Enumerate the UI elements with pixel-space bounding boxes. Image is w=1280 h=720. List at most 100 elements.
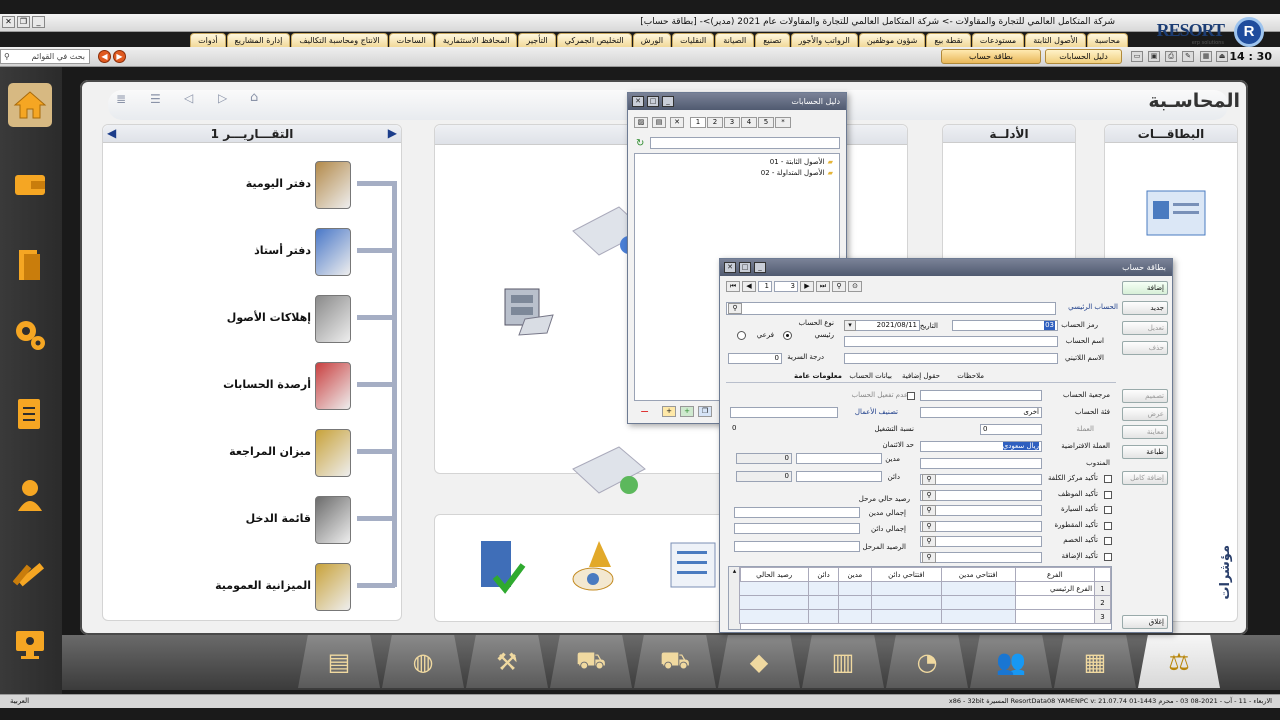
table-cell[interactable] bbox=[738, 609, 810, 624]
maximize-icon[interactable]: □ bbox=[739, 262, 751, 273]
confirm-checkbox[interactable] bbox=[1104, 537, 1112, 545]
record-page-input[interactable]: 1 bbox=[758, 281, 772, 292]
report-item-label[interactable]: ميزان المراجعة bbox=[229, 445, 311, 458]
level-tab-5[interactable]: 5 bbox=[758, 117, 774, 128]
calculator-icon[interactable]: ▦ bbox=[1200, 51, 1212, 62]
folder-add-icon[interactable]: + bbox=[662, 406, 676, 417]
confirm-checkbox[interactable] bbox=[1104, 506, 1112, 514]
table-cell[interactable]: 2 bbox=[1094, 595, 1111, 610]
remote-monitor-icon[interactable] bbox=[8, 623, 52, 667]
lookup-icon[interactable]: ⚲ bbox=[922, 536, 936, 547]
worker-icon[interactable]: ⚒ bbox=[466, 635, 548, 688]
close-card-button[interactable]: إغلاق bbox=[1122, 615, 1168, 629]
card-tab[interactable]: بيانات الحساب bbox=[849, 371, 892, 382]
table-cell[interactable] bbox=[808, 595, 839, 610]
tools-icon[interactable]: ✕ bbox=[670, 117, 684, 128]
table-cell[interactable] bbox=[940, 581, 1016, 596]
menu-item[interactable]: التخليص الجمركي bbox=[556, 33, 632, 47]
guide-search-input[interactable] bbox=[650, 137, 840, 149]
menu-item[interactable]: الانتاج ومحاسبة التكاليف bbox=[291, 33, 388, 47]
list-icon[interactable]: ≣ bbox=[116, 92, 126, 106]
table-cell[interactable] bbox=[870, 581, 942, 596]
tree-item[interactable]: ▰الأصول المتداولة - 02 bbox=[761, 169, 833, 177]
no-activate-checkbox[interactable] bbox=[907, 392, 915, 400]
menu-item[interactable]: محاسبة bbox=[1086, 33, 1128, 47]
last-record-icon[interactable]: ⏭ bbox=[816, 281, 830, 292]
boxes-icon[interactable]: ▦ bbox=[1054, 635, 1136, 688]
grid-header[interactable]: رصيد الحالي bbox=[738, 567, 810, 582]
delete-button[interactable]: حذف bbox=[1122, 341, 1168, 355]
grid-header[interactable]: افتتاحي مدين bbox=[940, 567, 1016, 582]
table-cell[interactable]: 1 bbox=[1094, 581, 1111, 596]
new-button[interactable]: جديد bbox=[1122, 301, 1168, 315]
prev-arrow-icon[interactable]: ◁ bbox=[184, 91, 193, 105]
open-window-account-card[interactable]: بطاقة حساب bbox=[941, 49, 1041, 64]
menu-search-input[interactable]: بحث في القوائم ⚲ bbox=[0, 49, 90, 64]
table-cell[interactable] bbox=[870, 595, 942, 610]
reports-prev-icon[interactable]: ◀ bbox=[107, 126, 116, 140]
menu-item[interactable]: أدوات bbox=[190, 33, 226, 47]
level-tab-4[interactable]: 4 bbox=[741, 117, 757, 128]
grid-header[interactable]: الفرع bbox=[1014, 567, 1096, 582]
report-icon[interactable] bbox=[315, 429, 351, 477]
default-currency-select[interactable]: ريال سعودي bbox=[920, 441, 1042, 452]
table-cell[interactable] bbox=[808, 581, 839, 596]
preview-button[interactable]: معاينة bbox=[1122, 425, 1168, 439]
report-icon[interactable] bbox=[315, 563, 351, 611]
view-button[interactable]: عرض bbox=[1122, 407, 1168, 421]
table-cell[interactable]: 3 bbox=[1094, 609, 1111, 624]
lookup-icon[interactable]: ⚲ bbox=[922, 489, 936, 501]
menu-item[interactable]: شؤون موظفين bbox=[858, 33, 926, 47]
table-cell[interactable] bbox=[870, 609, 942, 624]
report-item-label[interactable]: دفتر أستاذ bbox=[254, 244, 311, 257]
account-category-select[interactable]: أخرى bbox=[920, 407, 1042, 418]
menu-item[interactable]: تصنيع bbox=[755, 33, 790, 47]
report-icon[interactable] bbox=[315, 496, 351, 544]
tools-icon[interactable]: ✎ bbox=[1182, 51, 1194, 62]
forklift-icon[interactable]: ⛟ bbox=[550, 635, 632, 688]
design-button[interactable]: تصميم bbox=[1122, 389, 1168, 403]
type-main-radio[interactable] bbox=[783, 331, 792, 340]
debit-limit-input[interactable] bbox=[796, 453, 882, 464]
bell-eye-icon[interactable] bbox=[569, 537, 625, 597]
printer-icon[interactable]: ⎙ bbox=[1165, 51, 1177, 62]
confirm-input[interactable] bbox=[920, 520, 1042, 532]
confirm-checkbox[interactable] bbox=[1104, 490, 1112, 499]
restore-window-button[interactable]: ❐ bbox=[17, 16, 30, 28]
lookup-icon[interactable]: ⚲ bbox=[922, 520, 936, 532]
latin-name-input[interactable] bbox=[844, 353, 1058, 364]
back-nav-button[interactable]: ◀ bbox=[98, 50, 111, 63]
search-icon[interactable]: ⚲ bbox=[832, 281, 846, 292]
prev-record-icon[interactable]: ◀ bbox=[742, 281, 756, 292]
minimize-icon[interactable]: _ bbox=[662, 96, 674, 107]
table-cell[interactable] bbox=[738, 595, 810, 610]
minimize-window-button[interactable]: _ bbox=[32, 16, 45, 28]
calendar-icon[interactable]: ▾ bbox=[844, 320, 856, 331]
account-name-input[interactable] bbox=[844, 336, 1058, 347]
credit-limit-input[interactable] bbox=[796, 471, 882, 482]
table-row[interactable]: 3 bbox=[738, 609, 1111, 624]
close-window-button[interactable]: ✕ bbox=[2, 16, 15, 28]
main-account-input[interactable] bbox=[726, 302, 1056, 315]
business-class-input[interactable] bbox=[730, 407, 838, 418]
lookup-icon[interactable]: ⚲ bbox=[922, 505, 936, 516]
user-icon[interactable] bbox=[8, 473, 52, 517]
cubes-icon[interactable]: ◆ bbox=[718, 635, 800, 688]
table-cell[interactable] bbox=[837, 581, 872, 596]
report-item-label[interactable]: دفتر اليومية bbox=[246, 177, 311, 190]
tools-ruler-icon[interactable] bbox=[8, 553, 52, 597]
calendar-icon[interactable]: ▤ bbox=[298, 635, 380, 688]
exit-icon[interactable]: ⏏ bbox=[1216, 51, 1228, 62]
home-icon[interactable] bbox=[8, 83, 52, 127]
close-icon[interactable]: ✕ bbox=[632, 96, 644, 107]
report-item-label[interactable]: قائمة الدخل bbox=[246, 512, 311, 525]
export-icon[interactable]: ▤ bbox=[652, 117, 666, 128]
door-icon[interactable] bbox=[8, 243, 52, 287]
open-window-accounts-guide[interactable]: دليل الحسابات bbox=[1045, 49, 1122, 64]
table-cell[interactable] bbox=[940, 595, 1016, 610]
grid-header[interactable]: دائن bbox=[808, 567, 839, 582]
level-tab-*[interactable]: * bbox=[775, 117, 791, 128]
card-tab[interactable]: معلومات عامة bbox=[794, 371, 842, 382]
level-tab-2[interactable]: 2 bbox=[707, 117, 723, 128]
menu-item[interactable]: الأصول الثابتة bbox=[1025, 33, 1086, 47]
